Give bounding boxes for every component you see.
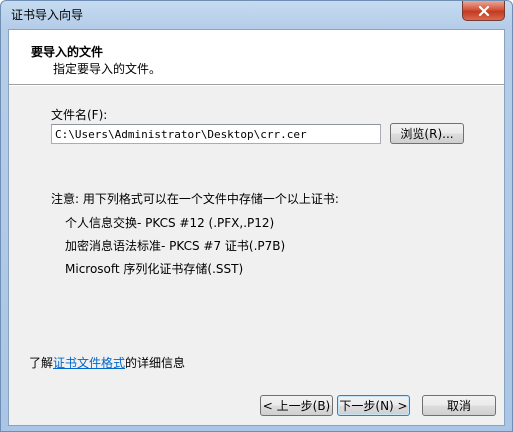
page-title: 要导入的文件 xyxy=(31,45,104,59)
title-bar[interactable]: 证书导入向导 xyxy=(1,1,512,29)
file-name-input[interactable] xyxy=(51,124,381,144)
page-subtitle: 指定要导入的文件。 xyxy=(53,62,162,76)
more-info-suffix: 的详细信息 xyxy=(125,356,186,370)
wizard-body: 文件名(F): 浏览(R)... 注意: 用下列格式可以在一个文件中存储一个以上… xyxy=(9,86,504,425)
close-icon xyxy=(478,5,489,16)
format-item-sst: Microsoft 序列化证书存储(.SST) xyxy=(65,262,244,276)
more-info-text: 了解证书文件格式的详细信息 xyxy=(29,354,185,371)
wizard-header: 要导入的文件 指定要导入的文件。 xyxy=(9,30,504,85)
certificate-import-wizard-window: 证书导入向导 要导入的文件 指定要导入的文件。 文件名(F): 浏览(R)...… xyxy=(0,0,513,432)
cancel-button[interactable]: 取消 xyxy=(422,395,496,416)
file-name-label: 文件名(F): xyxy=(51,108,108,122)
wizard-client-area: 要导入的文件 指定要导入的文件。 文件名(F): 浏览(R)... 注意: 用下… xyxy=(8,29,505,426)
note-intro-text: 注意: 用下列格式可以在一个文件中存储一个以上证书: xyxy=(51,192,339,206)
browse-button[interactable]: 浏览(R)... xyxy=(390,123,464,144)
certificate-file-formats-link[interactable]: 证书文件格式 xyxy=(53,356,125,370)
more-info-prefix: 了解 xyxy=(29,356,54,370)
window-title: 证书导入向导 xyxy=(11,8,84,22)
back-button[interactable]: < 上一步(B) xyxy=(260,395,333,416)
close-button[interactable] xyxy=(462,1,505,21)
format-item-p7b: 加密消息语法标准- PKCS #7 证书(.P7B) xyxy=(65,239,286,253)
format-item-pfx: 个人信息交换- PKCS #12 (.PFX,.P12) xyxy=(65,216,275,230)
next-button[interactable]: 下一步(N) > xyxy=(337,395,410,416)
